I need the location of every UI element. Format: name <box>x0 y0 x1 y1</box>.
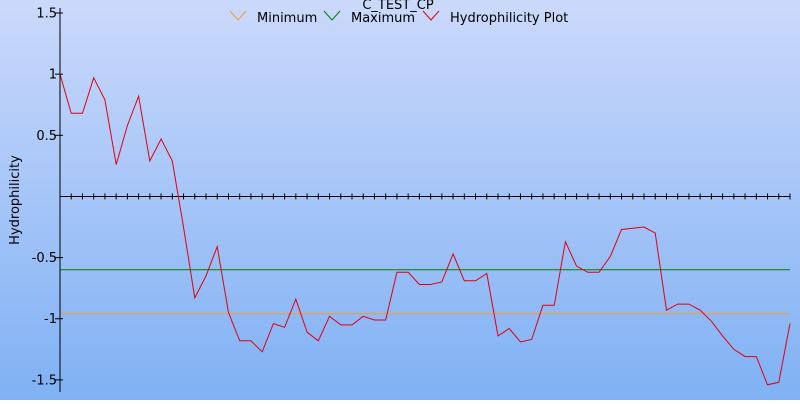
legend-label: Minimum <box>257 11 317 26</box>
y-axis-label: Hydrophilicity <box>8 155 23 245</box>
y-tick-label: 0.5 <box>36 129 57 144</box>
y-tick-label: -0.5 <box>32 251 57 266</box>
chart-container: 1.5 1 0.5 -0.5 -1 -1.5 C_TEST_CP Minimum Maxim… <box>0 0 800 400</box>
legend-label: Hydrophilicity Plot <box>450 11 568 26</box>
hydrophilicity-chart: 1.510.5-0.5-1-1.5 C_TEST_CP Minimum Maxim… <box>0 0 800 400</box>
y-tick-label: 1 <box>49 68 57 83</box>
legend: Minimum Maximum Hydrophilicity Plot <box>229 10 568 26</box>
chart-background <box>0 0 800 400</box>
y-tick-label: 1.5 <box>36 7 57 22</box>
legend-label: Maximum <box>351 11 415 26</box>
y-tick-label: -1.5 <box>32 373 57 388</box>
y-tick-label: -1 <box>44 312 57 327</box>
